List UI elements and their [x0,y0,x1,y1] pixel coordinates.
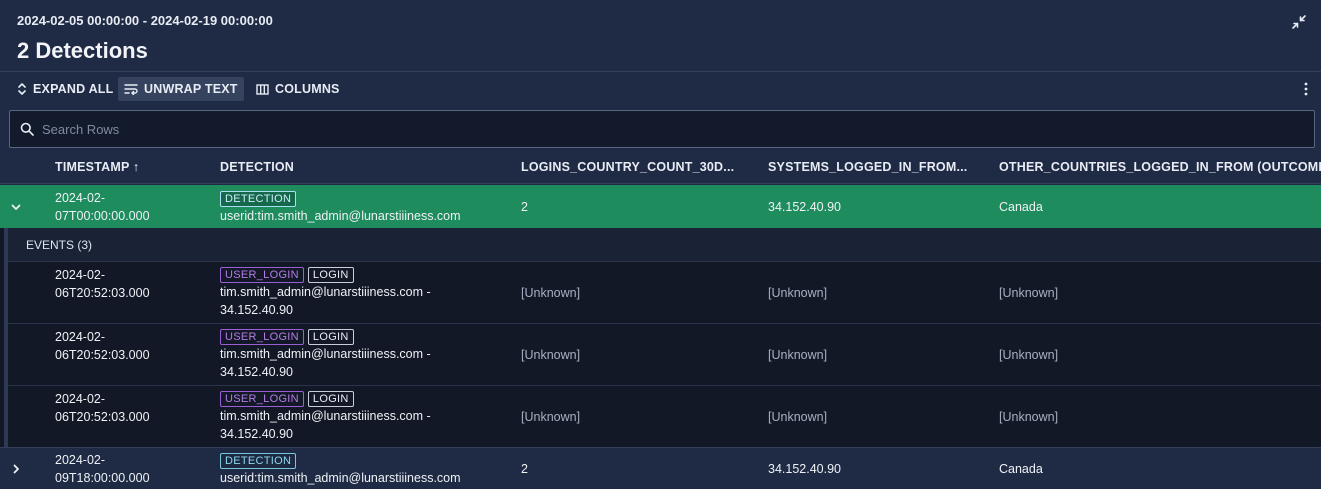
systems-cell: [Unknown] [768,286,828,300]
systems-cell: 34.152.40.90 [768,462,841,476]
timestamp-line: 07T00:00:00.000 [55,209,150,223]
logins-count-cell: [Unknown] [521,286,581,300]
logins-count-cell: [Unknown] [521,410,581,424]
user-login-tag: USER_LOGIN [220,329,304,345]
unwrap-text-label: UNWRAP TEXT [144,82,238,96]
events-label: EVENTS (3) [26,238,93,252]
systems-cell: [Unknown] [768,348,828,362]
events-header: EVENTS (3) [8,228,1321,261]
timestamp-cell: 2024-02- 07T00:00:00.000 [55,189,150,225]
logins-count-cell: 2 [521,462,528,476]
timestamp-line: 06T20:52:03.000 [55,410,150,424]
column-header-detection[interactable]: DETECTION [220,160,294,174]
timestamp-line: 06T20:52:03.000 [55,286,150,300]
systems-cell: 34.152.40.90 [768,200,841,214]
other-countries-cell: [Unknown] [999,410,1059,424]
timestamp-cell: 2024-02- 09T18:00:00.000 [55,451,150,487]
timestamp-cell: 2024-02- 06T20:52:03.000 [55,390,150,426]
other-countries-cell: [Unknown] [999,286,1059,300]
event-detail-line: 34.152.40.90 [220,303,293,317]
timestamp-line: 2024-02- [55,392,106,406]
search-input[interactable] [42,111,1302,147]
column-header-timestamp[interactable]: TIMESTAMP ↑ [55,160,139,174]
event-detail-line: 34.152.40.90 [220,365,293,379]
timestamp-cell: 2024-02- 06T20:52:03.000 [55,328,150,364]
event-detail-cell: USER_LOGIN LOGIN tim.smith_admin@lunarsti… [220,389,431,443]
columns-icon [256,83,269,95]
table-header: TIMESTAMP ↑ DETECTION LOGINS_COUNTRY_COU… [0,150,1321,184]
column-header-other-countries[interactable]: OTHER_COUNTRIES_LOGGED_IN_FROM (OUTCOME) [999,160,1321,174]
chevron-down-icon[interactable] [10,200,24,214]
other-countries-cell: Canada [999,200,1043,214]
search-box [9,110,1315,148]
logins-count-cell: 2 [521,200,528,214]
events-panel: EVENTS (3) 2024-02- 06T20:52:03.000 USER… [0,228,1321,447]
detection-tag: DETECTION [220,191,297,207]
detection-cell: DETECTION userid:tim.smith_admin@lunarst… [220,451,461,487]
panel-header: 2024-02-05 00:00:00 - 2024-02-19 00:00:0… [0,0,1321,72]
detection-cell: DETECTION userid:tim.smith_admin@lunarst… [220,189,461,225]
column-header-logins-country-count[interactable]: LOGINS_COUNTRY_COUNT_30D... [521,160,734,174]
expand-all-button[interactable]: EXPAND ALL [11,77,119,101]
expand-vertical-icon [18,83,26,95]
expand-all-label: EXPAND ALL [33,82,114,96]
detection-value: userid:tim.smith_admin@lunarstiiiness.co… [220,471,461,485]
login-tag: LOGIN [307,391,354,407]
column-header-systems-logged-in-from[interactable]: SYSTEMS_LOGGED_IN_FROM... [768,160,967,174]
user-login-tag: USER_LOGIN [220,267,304,283]
timestamp-line: 09T18:00:00.000 [55,471,150,485]
columns-button[interactable]: COLUMNS [250,77,346,101]
login-tag: LOGIN [307,329,354,345]
columns-label: COLUMNS [275,82,340,96]
other-countries-cell: Canada [999,462,1043,476]
timestamp-line: 2024-02- [55,191,106,205]
toolbar: EXPAND ALL UNWRAP TEXT COLUMNS [0,73,1321,105]
event-detail-line: tim.smith_admin@lunarstiiiness.com - [220,409,431,423]
page-title: 2 Detections [17,38,148,63]
search-icon [20,122,34,136]
event-detail-cell: USER_LOGIN LOGIN tim.smith_admin@lunarsti… [220,265,431,319]
login-tag: LOGIN [307,267,354,283]
logins-count-cell: [Unknown] [521,348,581,362]
chevron-right-icon[interactable] [10,462,24,476]
detection-value: userid:tim.smith_admin@lunarstiiiness.co… [220,209,461,223]
timestamp-line: 2024-02- [55,268,106,282]
user-login-tag: USER_LOGIN [220,391,304,407]
event-detail-line: tim.smith_admin@lunarstiiiness.com - [220,347,431,361]
timestamp-cell: 2024-02- 06T20:52:03.000 [55,266,150,302]
systems-cell: [Unknown] [768,410,828,424]
event-row[interactable]: 2024-02- 06T20:52:03.000 USER_LOGIN LOGIN… [8,261,1321,323]
timestamp-line: 2024-02- [55,330,106,344]
date-range: 2024-02-05 00:00:00 - 2024-02-19 00:00:0… [17,13,273,28]
other-countries-cell: [Unknown] [999,348,1059,362]
unwrap-text-button[interactable]: UNWRAP TEXT [118,77,244,101]
collapse-arrows-icon[interactable] [1291,14,1307,30]
timestamp-line: 2024-02- [55,453,106,467]
event-row[interactable]: 2024-02- 06T20:52:03.000 USER_LOGIN LOGIN… [8,323,1321,385]
timestamp-line: 06T20:52:03.000 [55,348,150,362]
table-row[interactable]: 2024-02- 09T18:00:00.000 DETECTION useri… [0,447,1321,489]
event-detail-line: 34.152.40.90 [220,427,293,441]
table-row[interactable]: 2024-02- 07T00:00:00.000 DETECTION useri… [0,185,1321,228]
event-row[interactable]: 2024-02- 06T20:52:03.000 USER_LOGIN LOGIN… [8,385,1321,447]
event-detail-cell: USER_LOGIN LOGIN tim.smith_admin@lunarsti… [220,327,431,381]
event-detail-line: tim.smith_admin@lunarstiiiness.com - [220,285,431,299]
detection-tag: DETECTION [220,453,297,469]
wrap-text-icon [124,84,138,95]
more-options-icon[interactable] [1303,81,1309,97]
